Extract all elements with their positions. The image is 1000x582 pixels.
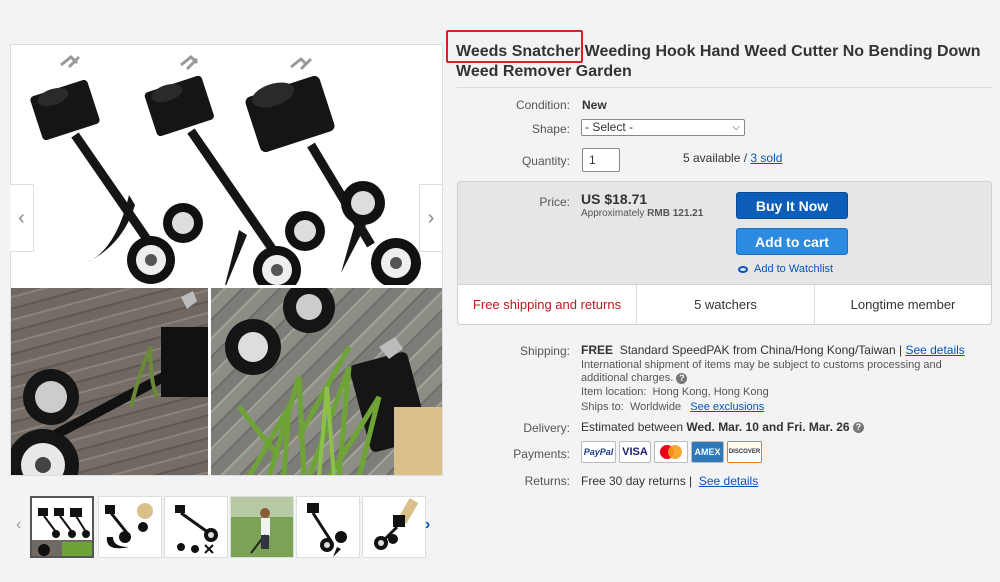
returns-label: Returns: xyxy=(524,474,570,488)
chevron-right-icon: › xyxy=(427,207,435,229)
shipping-free: FREE xyxy=(581,343,614,357)
shipping-label: Shipping: xyxy=(519,344,570,358)
shape-select[interactable]: - Select - ⌵ xyxy=(581,119,745,136)
product-photo-tools xyxy=(11,45,442,294)
main-product-image[interactable] xyxy=(10,44,443,476)
payments-label: Payments: xyxy=(513,447,570,461)
delivery-range: Wed. Mar. 10 and Fri. Mar. 26 xyxy=(686,420,850,434)
available-count: 5 available / xyxy=(683,151,748,165)
free-shipping-returns-badge: Free shipping and returns xyxy=(472,297,622,312)
thumbnails-next-button[interactable]: › xyxy=(425,516,430,534)
add-to-cart-button[interactable]: Add to cart xyxy=(736,228,848,255)
price-approx-value: RMB 121.21 xyxy=(647,208,704,219)
ships-to-value: Worldwide xyxy=(629,401,682,413)
watchlist-label: Add to Watchlist xyxy=(754,263,834,275)
visa-icon: VISA xyxy=(619,441,651,463)
delivery-estimate: Estimated between Wed. Mar. 10 and Fri. … xyxy=(581,420,864,434)
title-highlight-box xyxy=(446,30,583,63)
condition-value: New xyxy=(582,98,607,112)
thumbnail-6[interactable] xyxy=(362,496,426,558)
see-exclusions-link[interactable]: See exclusions xyxy=(690,401,764,413)
price-amount: US $18.71 xyxy=(581,191,648,207)
shape-selected-value: - Select - xyxy=(585,120,634,134)
amex-icon: AMEX xyxy=(691,441,724,463)
quantity-input[interactable]: 1 xyxy=(582,148,620,172)
returns-policy: Free 30 day returns | See details xyxy=(581,474,758,488)
thumbnail-3[interactable] xyxy=(164,496,228,558)
watchers-count: 5 watchers xyxy=(694,297,757,312)
chevron-down-icon: ⌵ xyxy=(732,122,740,133)
paypal-icon: PayPal xyxy=(581,441,616,463)
ships-to: Ships to: Worldwide See exclusions xyxy=(581,401,764,413)
divider xyxy=(457,87,993,88)
item-location: Item location: Hong Kong, Hong Kong xyxy=(581,386,769,398)
returns-text: Free 30 day returns | xyxy=(581,474,693,488)
returns-details-link[interactable]: See details xyxy=(699,474,758,488)
thumbnail-strip: ‹ › xyxy=(10,494,440,560)
price-label: Price: xyxy=(539,195,570,209)
help-icon[interactable]: ? xyxy=(676,372,688,384)
price-approx-prefix: Approximately xyxy=(581,208,645,219)
shipping-summary: FREE Standard SpeedPAK from China/Hong K… xyxy=(581,343,981,357)
availability-text: 5 available / 3 sold xyxy=(683,151,782,165)
quantity-label: Quantity: xyxy=(521,154,570,168)
product-photo-weed-removal xyxy=(209,287,442,475)
product-photo-deck-closeup xyxy=(11,287,209,475)
international-note: International shipment of items may be s… xyxy=(581,359,981,385)
discover-icon: DISCOVER xyxy=(727,441,762,463)
mastercard-icon xyxy=(654,441,688,463)
delivery-label: Delivery: xyxy=(523,421,570,435)
item-location-label: Item location: xyxy=(581,386,647,398)
thumbnails-prev-button[interactable]: ‹ xyxy=(16,516,21,534)
previous-image-button[interactable]: ‹ xyxy=(10,184,34,252)
shipping-details-link[interactable]: See details xyxy=(905,343,964,357)
photo-divider xyxy=(208,287,211,475)
thumbnail-1[interactable] xyxy=(30,496,94,558)
eye-icon xyxy=(738,265,748,273)
photo-divider xyxy=(11,285,442,288)
help-icon[interactable]: ? xyxy=(852,422,864,434)
condition-label: Condition: xyxy=(515,98,570,112)
longtime-member-badge: Longtime member xyxy=(850,297,956,312)
international-note-text: International shipment of items may be s… xyxy=(581,359,942,384)
price-approx: Approximately RMB 121.21 xyxy=(581,208,703,219)
thumbnail-2[interactable] xyxy=(98,496,162,558)
item-location-value: Hong Kong, Hong Kong xyxy=(652,386,769,398)
next-image-button[interactable]: › xyxy=(419,184,443,252)
delivery-prefix: Estimated between xyxy=(581,420,684,434)
thumbnail-5[interactable] xyxy=(296,496,360,558)
sold-link[interactable]: 3 sold xyxy=(750,151,782,165)
shipping-method: Standard SpeedPAK from China/Hong Kong/T… xyxy=(619,343,903,357)
seller-info-strip: Free shipping and returns 5 watchers Lon… xyxy=(458,284,991,325)
shape-label: Shape: xyxy=(531,122,570,136)
add-to-watchlist-link[interactable]: Add to Watchlist xyxy=(738,263,833,275)
thumbnail-4[interactable] xyxy=(230,496,294,558)
chevron-left-icon: ‹ xyxy=(18,207,25,229)
ships-to-label: Ships to: xyxy=(581,401,624,413)
buy-it-now-button[interactable]: Buy It Now xyxy=(736,192,848,219)
